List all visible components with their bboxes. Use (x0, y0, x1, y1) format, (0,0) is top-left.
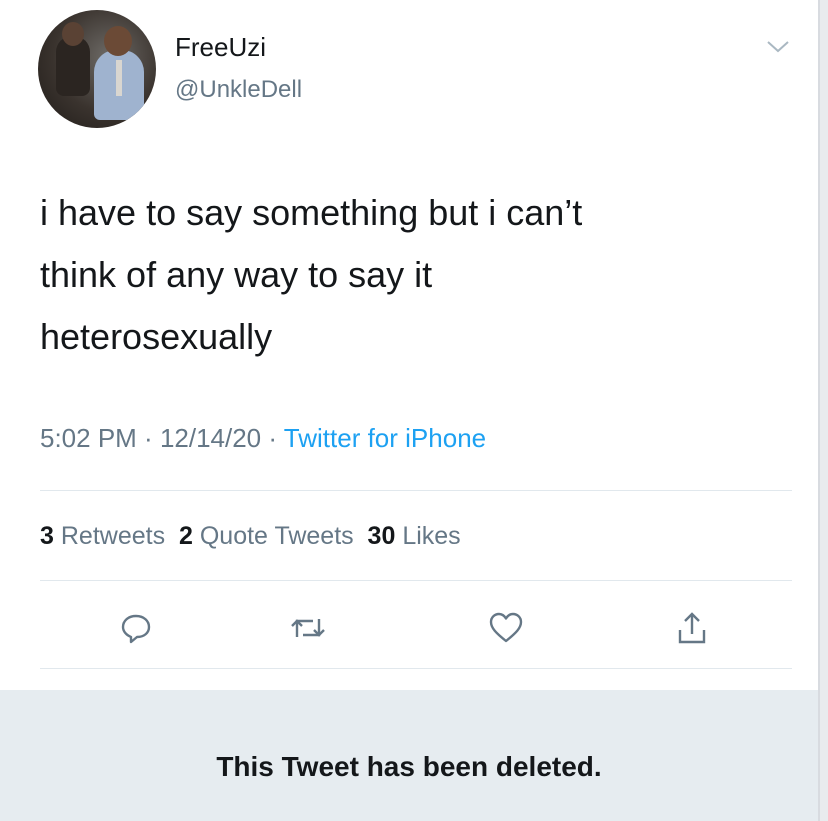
retweets-count: 3 (40, 522, 54, 550)
retweets-stat[interactable]: 3 Retweets (40, 522, 165, 550)
likes-count: 30 (367, 522, 396, 550)
meta-separator: · (261, 423, 284, 453)
tweet-date: 12/14/20 (159, 423, 262, 453)
page-edge (818, 0, 828, 821)
quote-tweets-stat[interactable]: 2 Quote Tweets (179, 522, 354, 550)
action-bar (40, 598, 792, 658)
deleted-tweet-notice: This Tweet has been deleted. (0, 690, 818, 821)
retweet-button[interactable] (286, 606, 330, 650)
deleted-notice-text: This Tweet has been deleted. (216, 750, 602, 782)
tweet-meta: 5:02 PM · 12/14/20 · Twitter for iPhone (40, 423, 486, 454)
tweet-stats: 3 Retweets 2 Quote Tweets 30 Likes (40, 522, 461, 551)
like-button[interactable] (484, 606, 528, 650)
quote-tweets-count: 2 (178, 522, 193, 550)
quote-tweets-label: Quote Tweets (199, 522, 354, 550)
share-icon (678, 612, 706, 644)
avatar-head-right (104, 26, 132, 56)
likes-label: Likes (402, 522, 461, 550)
retweet-icon (291, 619, 325, 637)
retweets-label: Retweets (60, 522, 166, 550)
chevron-down-icon[interactable] (765, 36, 791, 56)
divider (40, 668, 792, 669)
like-icon (489, 612, 523, 643)
tweet-card[interactable]: FreeUzi @UnkleDell i have to say somethi… (0, 0, 818, 690)
divider (40, 580, 792, 581)
tweet-text: i have to say something but i can’t thin… (40, 192, 583, 357)
user-handle[interactable]: @UnkleDell (175, 76, 302, 104)
divider (40, 490, 792, 491)
tweet-source-link[interactable]: Twitter for iPhone (284, 423, 486, 453)
tweet-time: 5:02 PM (40, 423, 137, 453)
share-button[interactable] (670, 606, 714, 650)
reply-icon (121, 614, 151, 644)
reply-button[interactable] (114, 606, 158, 650)
avatar[interactable] (38, 10, 156, 128)
avatar-head-left (62, 22, 84, 46)
likes-stat[interactable]: 30 Likes (368, 522, 461, 550)
display-name[interactable]: FreeUzi (175, 32, 266, 63)
avatar-tie (116, 60, 122, 96)
meta-separator: · (136, 423, 160, 453)
